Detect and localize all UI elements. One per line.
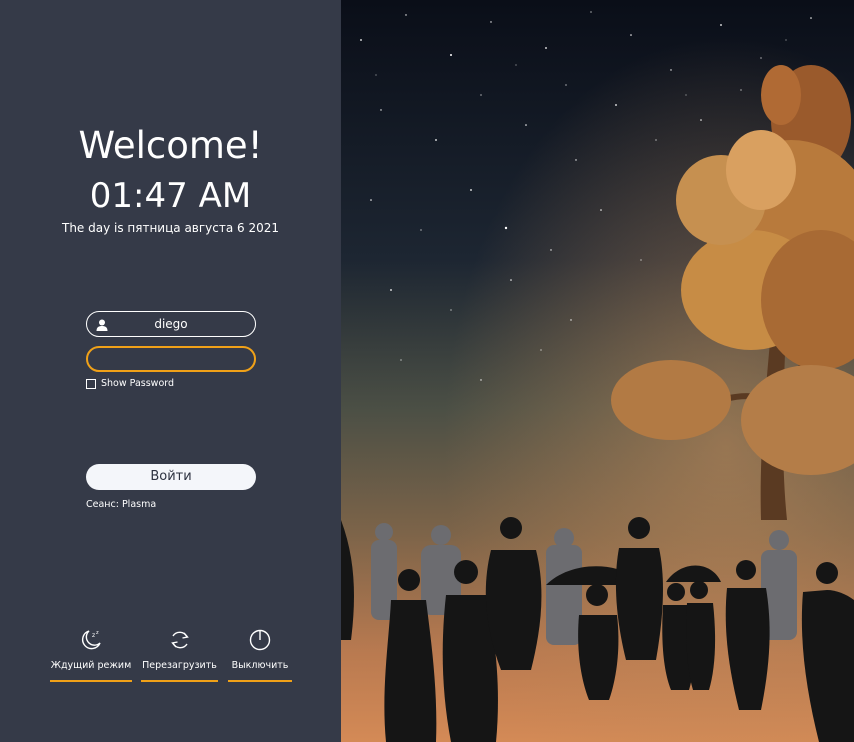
clock: 01:47 AM [89,176,252,216]
session-selector[interactable]: Сеанс: Plasma [86,499,156,510]
sleep-underline [50,680,132,682]
svg-text:z: z [92,632,95,639]
checkbox-box[interactable] [86,378,96,389]
show-password-checkbox[interactable]: Show Password [86,378,174,389]
date-line: The day is пятница августа 6 2021 [61,221,280,235]
reboot-button[interactable]: Перезагрузить [141,628,218,682]
sleep-button[interactable]: z z Ждущий режим [50,628,132,682]
wallpaper-image [341,0,854,742]
reboot-label: Перезагрузить [142,660,217,671]
reboot-underline [141,680,218,682]
username-value: diego [154,317,188,331]
username-field[interactable]: diego [86,311,256,337]
login-button[interactable]: Войти [86,464,256,490]
sleep-icon: z z [81,630,101,650]
reboot-icon [170,631,189,649]
welcome-heading: Welcome! [78,124,263,167]
svg-text:z: z [96,630,99,636]
power-icon [249,629,271,651]
password-field[interactable] [86,346,256,372]
shutdown-button[interactable]: Выключить [228,628,292,682]
shutdown-underline [228,680,292,682]
login-panel: Welcome! 01:47 AM The day is пятница авг… [0,0,341,742]
show-password-label: Show Password [101,378,175,389]
shutdown-label: Выключить [231,660,289,671]
sleep-label: Ждущий режим [50,660,132,671]
